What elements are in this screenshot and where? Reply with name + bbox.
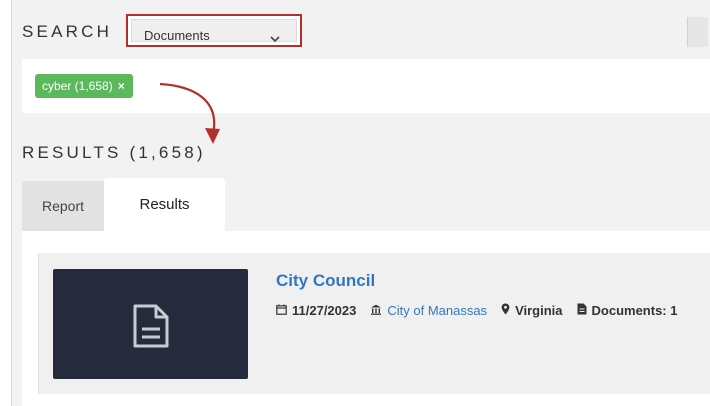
search-button-edge[interactable] — [687, 17, 708, 47]
results-heading: RESULTS (1,658) — [22, 143, 206, 162]
result-title[interactable]: City Council — [276, 271, 375, 291]
meta-documents-text: Documents: 1 — [591, 303, 678, 318]
meta-location: Virginia — [501, 303, 563, 318]
select-value: Documents — [144, 28, 210, 43]
meta-documents: Documents: 1 — [577, 303, 678, 318]
meta-organization: City of Manassas — [370, 303, 487, 318]
left-divider — [11, 0, 12, 406]
chevron-down-icon — [270, 30, 280, 48]
tab-report-label: Report — [41, 198, 85, 214]
meta-organization-link[interactable]: City of Manassas — [387, 303, 487, 318]
result-meta: 11/27/2023 City of Manassas Virginia Doc… — [276, 303, 691, 318]
result-thumbnail[interactable] — [53, 269, 248, 379]
close-icon[interactable]: × — [118, 79, 125, 93]
meta-location-text: Virginia — [515, 303, 563, 318]
meta-date: 11/27/2023 — [276, 303, 356, 318]
document-icon — [133, 304, 169, 348]
tab-results-label: Results — [139, 196, 190, 213]
map-pin-icon — [501, 303, 510, 318]
meta-date-text: 11/27/2023 — [292, 303, 357, 318]
search-type-select[interactable]: Documents — [126, 14, 302, 47]
tab-results[interactable]: Results — [104, 178, 225, 231]
filter-tag-label: cyber (1,658) — [42, 79, 113, 93]
select-inner[interactable]: Documents — [131, 19, 297, 43]
search-label: SEARCH — [22, 22, 113, 41]
file-icon — [577, 303, 587, 318]
filter-tag[interactable]: cyber (1,658) × — [35, 74, 133, 98]
institution-icon — [370, 304, 382, 318]
calendar-icon — [276, 304, 287, 318]
